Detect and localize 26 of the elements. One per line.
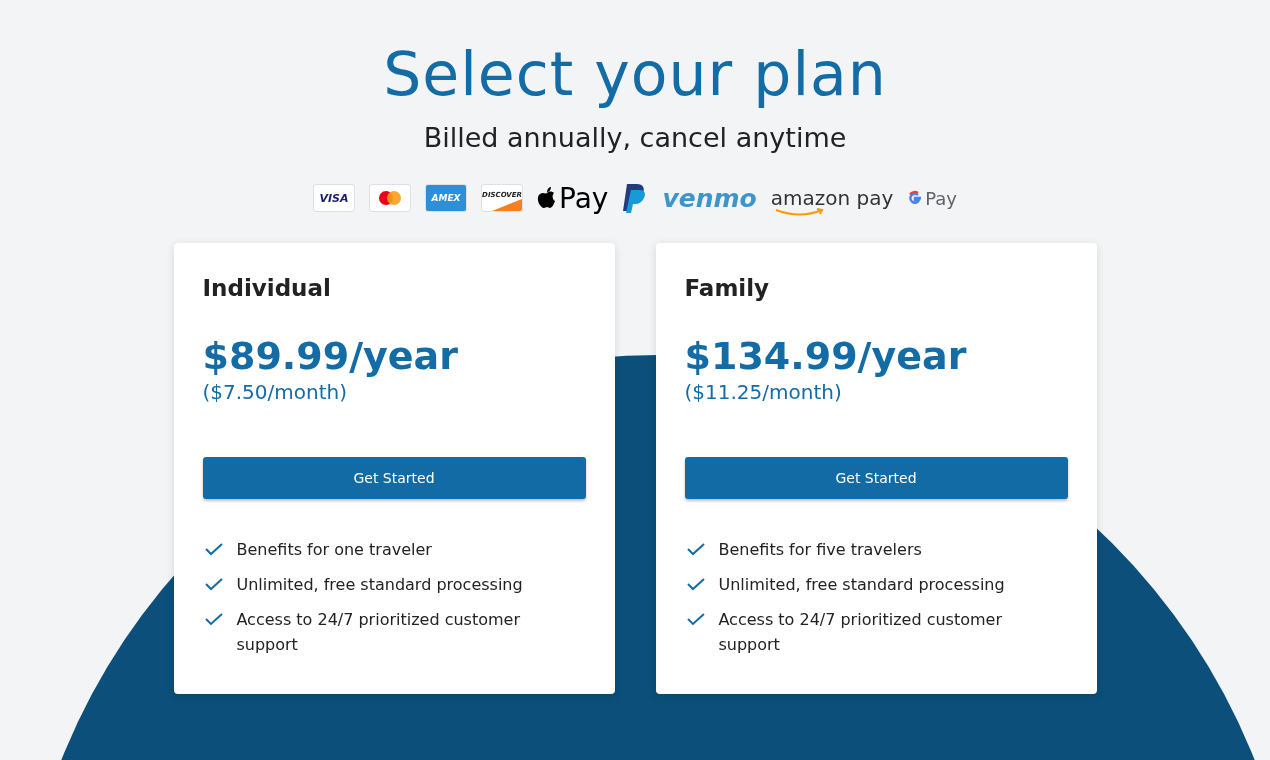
payment-logo-text: amazon pay [770,186,894,210]
feature-text: Unlimited, free standard processing [718,574,1005,596]
feature-text: Unlimited, free standard processing [236,574,523,596]
plan-price: $134.99/year [684,333,968,379]
plan-name: Family [684,274,771,303]
page-title: Select your plan [383,38,887,111]
get-started-button[interactable]: Get Started [202,457,586,499]
visa-logo: VISA [313,184,356,212]
feature-text: Access to 24/7 prioritized customer support [718,609,1003,656]
plan-price: $89.99/year [202,333,459,379]
google-g-icon [907,190,924,206]
monthly-price: ($7.50/month) [202,379,348,405]
payment-logo-text: Pay [559,181,609,215]
plan-name: Individual [202,274,332,303]
get-started-button[interactable]: Get Started [684,457,1068,499]
amex-logo: AMEX [425,184,468,212]
mastercard-logo [369,184,412,212]
monthly-price: ($11.25/month) [684,379,843,405]
feature-text: Benefits for five travelers [718,539,922,561]
feature-text: Access to 24/7 prioritized customer support [236,609,521,656]
apple-icon [537,186,558,210]
page-subtitle: Billed annually, cancel anytime [423,121,847,155]
feature-text: Benefits for one traveler [236,539,432,561]
smile-arrow-icon [774,208,825,216]
payment-logo-text: Pay [925,187,957,209]
payment-logo-text: venmo [662,183,757,213]
